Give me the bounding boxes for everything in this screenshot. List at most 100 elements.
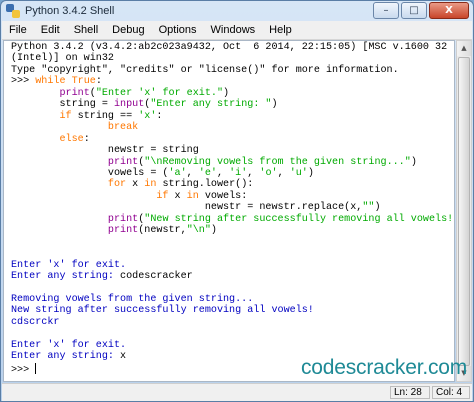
code-token: New string after successfully removing a… bbox=[11, 305, 314, 317]
title-bar[interactable]: Python 3.4.2 Shell – □ X bbox=[1, 1, 473, 21]
scrollbar-thumb[interactable] bbox=[458, 57, 470, 366]
shell-line: print(newstr,"\n") bbox=[11, 225, 454, 236]
code-token: Enter any string: bbox=[11, 271, 121, 283]
code-token: string = bbox=[11, 99, 114, 111]
menu-help[interactable]: Help bbox=[262, 24, 299, 36]
shell-line: Enter 'x' for exit. bbox=[11, 340, 454, 351]
code-token: string.lower(): bbox=[156, 179, 254, 191]
maximize-button[interactable]: □ bbox=[401, 2, 427, 19]
shell-line: (Intel)] on win32 bbox=[11, 53, 454, 64]
shell-line: Python 3.4.2 (v3.4.2:ab2c023a9432, Oct 6… bbox=[11, 42, 454, 53]
code-token: , bbox=[186, 167, 199, 179]
code-token: Removing vowels from the given string... bbox=[11, 293, 254, 305]
code-token: if bbox=[156, 190, 169, 202]
text-cursor bbox=[35, 362, 37, 374]
shell-line: New string after successfully removing a… bbox=[11, 305, 454, 316]
code-token: string == bbox=[71, 110, 139, 122]
column-number-indicator: Col: 4 bbox=[432, 386, 470, 399]
shell-text-area[interactable]: Python 3.4.2 (v3.4.2:ab2c023a9432, Oct 6… bbox=[3, 40, 455, 382]
shell-line: if x in vowels: bbox=[11, 191, 454, 202]
code-token: print bbox=[107, 156, 139, 168]
code-token: (newstr, bbox=[138, 225, 187, 237]
code-token: print bbox=[107, 225, 139, 237]
code-token: (Intel)] on win32 bbox=[11, 53, 114, 65]
code-token: x bbox=[168, 190, 187, 202]
idle-shell-window: Python 3.4.2 Shell – □ X File Edit Shell… bbox=[0, 0, 474, 402]
code-token: "New string after successfully removing … bbox=[144, 213, 455, 225]
code-token: print bbox=[59, 87, 90, 99]
shell-line: newstr = string bbox=[11, 145, 454, 156]
shell-line: >>> while True: bbox=[11, 76, 454, 87]
menu-shell[interactable]: Shell bbox=[67, 24, 105, 36]
code-token: >>> bbox=[11, 364, 36, 376]
code-token: "Enter 'x' for exit." bbox=[95, 87, 224, 99]
vertical-scrollbar[interactable]: ▲ ▼ bbox=[456, 40, 472, 382]
shell-line: cdscrckr bbox=[11, 317, 454, 328]
scroll-up-arrow-icon[interactable]: ▲ bbox=[457, 41, 471, 56]
code-token: "Enter any string: " bbox=[150, 99, 272, 111]
window-controls: – □ X bbox=[373, 2, 469, 19]
code-token: ) bbox=[271, 99, 278, 111]
code-token: in bbox=[186, 190, 199, 202]
code-token: : bbox=[83, 133, 90, 145]
code-token: cdscrckr bbox=[11, 316, 60, 328]
code-token: , bbox=[216, 167, 230, 179]
shell-line: else: bbox=[11, 134, 454, 145]
code-token: Python 3.4.2 (v3.4.2:ab2c023a9432, Oct 6… bbox=[11, 42, 455, 53]
code-token: "\nRemoving vowels from the given string… bbox=[144, 156, 411, 168]
menu-debug[interactable]: Debug bbox=[105, 24, 151, 36]
shell-line: Enter 'x' for exit. bbox=[11, 260, 454, 271]
close-button[interactable]: X bbox=[429, 2, 469, 19]
shell-line: for x in string.lower(): bbox=[11, 179, 454, 190]
shell-line: vowels = ('a', 'e', 'i', 'o', 'u') bbox=[11, 168, 454, 179]
minimize-button[interactable]: – bbox=[373, 2, 399, 19]
code-token: ) bbox=[307, 167, 314, 179]
code-token: x bbox=[126, 179, 145, 191]
code-token: newstr = string bbox=[11, 145, 199, 157]
shell-line: Enter any string: codescracker bbox=[11, 271, 454, 282]
code-token: break bbox=[107, 122, 139, 134]
code-token: "" bbox=[362, 202, 375, 214]
menu-bar: File Edit Shell Debug Options Windows He… bbox=[2, 21, 472, 40]
code-token: 'i' bbox=[229, 167, 248, 179]
menu-windows[interactable]: Windows bbox=[204, 24, 263, 36]
shell-line: newstr = newstr.replace(x,"") bbox=[11, 202, 454, 213]
shell-line: string = input("Enter any string: ") bbox=[11, 99, 454, 110]
code-token: vowels: bbox=[198, 190, 248, 202]
code-token: "\n" bbox=[186, 225, 211, 237]
code-token: x bbox=[120, 351, 127, 363]
code-token: if bbox=[59, 110, 72, 122]
shell-line: print("New string after successfully rem… bbox=[11, 214, 454, 225]
menu-edit[interactable]: Edit bbox=[34, 24, 67, 36]
code-token: ) bbox=[374, 202, 381, 214]
status-bar: Ln: 28 Col: 4 bbox=[2, 383, 472, 401]
code-token: : bbox=[95, 76, 102, 88]
code-token: in bbox=[144, 179, 157, 191]
code-token: for bbox=[107, 179, 127, 191]
code-token: ) bbox=[210, 225, 217, 237]
code-token: >>> bbox=[11, 76, 36, 88]
code-token: Enter any string: bbox=[11, 351, 121, 363]
code-token: 'u' bbox=[289, 167, 308, 179]
shell-line: print("Enter 'x' for exit.") bbox=[11, 88, 454, 99]
code-token: , bbox=[277, 167, 290, 179]
shell-line: ​ bbox=[11, 283, 454, 294]
shell-content: Python 3.4.2 (v3.4.2:ab2c023a9432, Oct 6… bbox=[4, 41, 454, 376]
code-token: 'e' bbox=[198, 167, 217, 179]
code-token: input bbox=[113, 99, 145, 111]
menu-options[interactable]: Options bbox=[152, 24, 204, 36]
shell-line: ​ bbox=[11, 248, 454, 259]
shell-line: Removing vowels from the given string... bbox=[11, 294, 454, 305]
code-token: newstr = newstr.replace(x, bbox=[11, 202, 363, 214]
menu-file[interactable]: File bbox=[2, 24, 34, 36]
code-token: ) bbox=[410, 156, 417, 168]
code-token: codescracker bbox=[120, 271, 193, 283]
shell-line: Type "copyright", "credits" or "license(… bbox=[11, 65, 454, 76]
